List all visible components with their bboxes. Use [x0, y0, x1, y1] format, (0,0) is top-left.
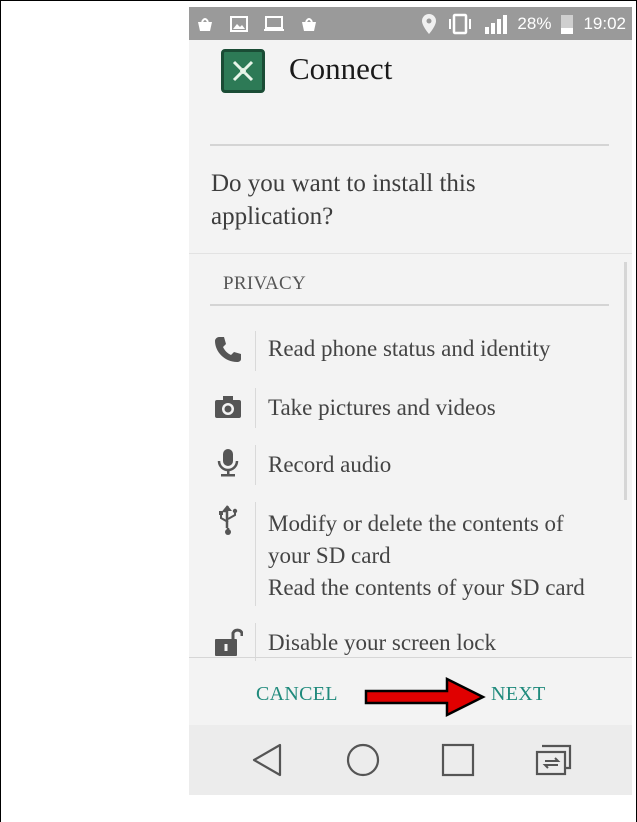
recents-icon[interactable]: [436, 738, 480, 782]
privacy-section-label: PRIVACY: [223, 273, 307, 294]
phone-icon: [213, 334, 245, 366]
divider: [255, 445, 256, 485]
signal-icon: [482, 13, 508, 35]
gallery-icon: [229, 14, 249, 34]
install-question: Do you want to install this application?: [211, 170, 476, 230]
cast-icon: [263, 14, 285, 34]
divider: [210, 144, 609, 146]
notification-icon: [299, 14, 319, 34]
home-icon[interactable]: [341, 738, 385, 782]
divider: [189, 253, 632, 254]
permission-item: Take pictures and videos: [189, 388, 632, 432]
red-arrow-annotation: [363, 675, 487, 719]
unlock-icon: [213, 625, 245, 657]
permission-item: Record audio: [189, 445, 632, 489]
cancel-button[interactable]: CANCEL: [256, 683, 338, 706]
permission-item: Read phone status and identity: [189, 331, 632, 375]
app-icon: [221, 49, 265, 93]
status-bar: 28% 19:02: [189, 7, 632, 40]
navigation-bar: [189, 725, 632, 795]
next-button[interactable]: NEXT: [491, 683, 546, 706]
divider: [255, 331, 256, 371]
status-left-icons: [195, 14, 319, 34]
permission-item: Modify or delete the contents of your SD…: [189, 502, 632, 612]
notification-icon: [195, 14, 215, 34]
clock: 19:02: [583, 13, 626, 33]
divider: [210, 304, 609, 306]
divider: [255, 388, 256, 428]
location-icon: [420, 13, 438, 35]
microphone-icon: [213, 447, 245, 479]
permission-text: Take pictures and videos: [268, 395, 496, 420]
status-right-icons: 28% 19:02: [420, 13, 626, 35]
camera-icon: [213, 392, 245, 424]
vibrate-icon: [447, 13, 473, 35]
divider: [255, 502, 256, 606]
permission-text: Read the contents of your SD card: [268, 575, 585, 600]
divider: [255, 623, 256, 661]
usb-icon: [213, 504, 245, 536]
phone-screen: 28% 19:02 Connect Do you want to install…: [189, 7, 632, 795]
app-title: Connect: [289, 51, 393, 86]
battery-icon: [560, 13, 574, 35]
battery-percent: 28%: [517, 13, 552, 33]
divider: [189, 657, 632, 658]
permission-text: Disable your screen lock: [268, 630, 497, 655]
switch-icon[interactable]: [532, 738, 576, 782]
permission-text: your SD card: [268, 543, 391, 568]
permission-text: Record audio: [268, 452, 392, 477]
permission-text: Modify or delete the contents of: [268, 511, 564, 536]
permission-text: Read phone status and identity: [268, 336, 551, 361]
back-icon[interactable]: [245, 738, 289, 782]
